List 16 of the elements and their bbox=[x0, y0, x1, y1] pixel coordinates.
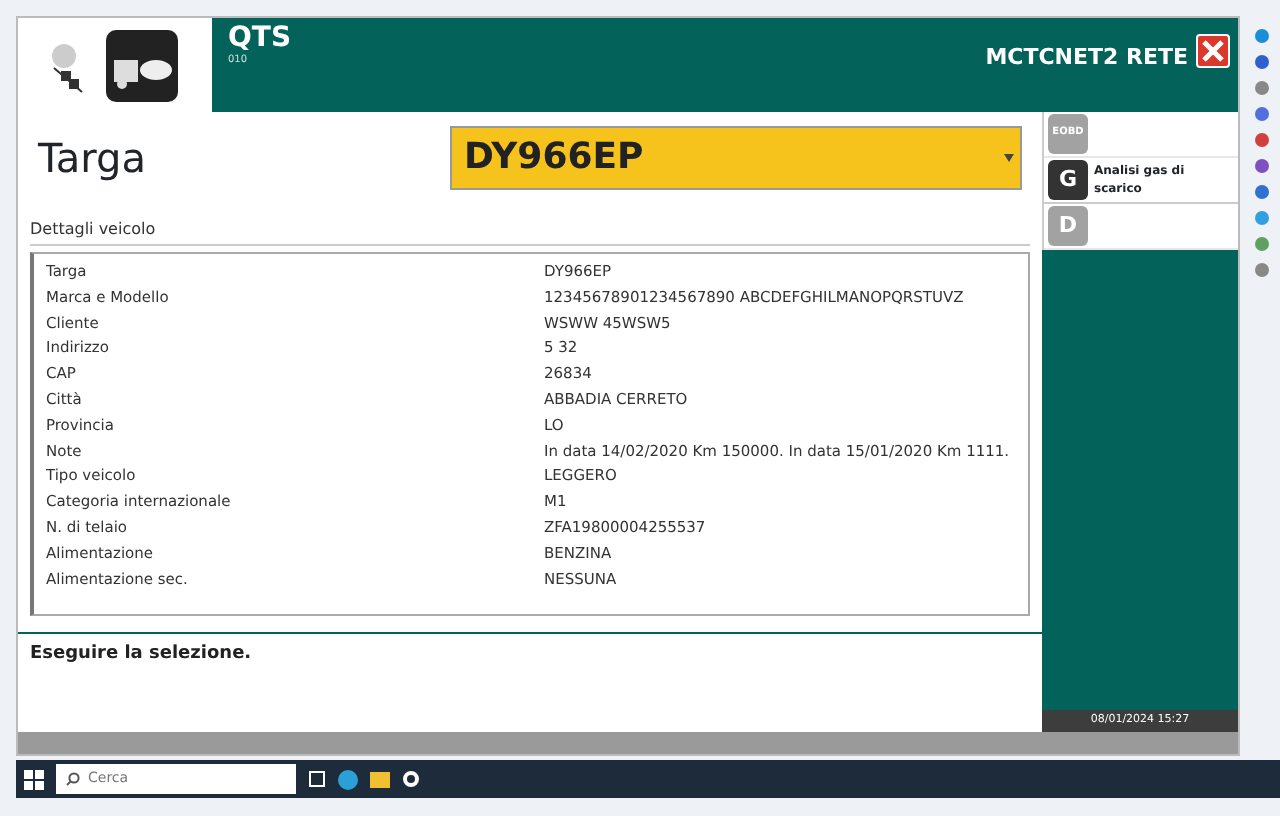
folder-icon[interactable] bbox=[370, 770, 390, 788]
browser-icon[interactable] bbox=[338, 769, 358, 789]
taskview-icon[interactable] bbox=[308, 770, 326, 788]
plate-label: Targa bbox=[38, 131, 146, 185]
close-button[interactable] bbox=[1196, 34, 1230, 68]
network-mode-label: MCTCNET2 RETE bbox=[985, 42, 1188, 74]
truck-cloud-icon[interactable] bbox=[106, 29, 178, 101]
app-title: QTS bbox=[228, 24, 292, 54]
close-icon bbox=[1202, 40, 1224, 62]
caret-icon bbox=[1004, 153, 1014, 161]
start-icon[interactable] bbox=[24, 769, 44, 789]
plate-dropdown[interactable]: DY966EP bbox=[450, 125, 1022, 189]
settings-icon[interactable] bbox=[402, 770, 420, 788]
status-message: Eseguire la selezione. bbox=[30, 644, 252, 664]
search-icon bbox=[66, 772, 80, 786]
details-title: Dettagli veicolo bbox=[30, 202, 1030, 246]
